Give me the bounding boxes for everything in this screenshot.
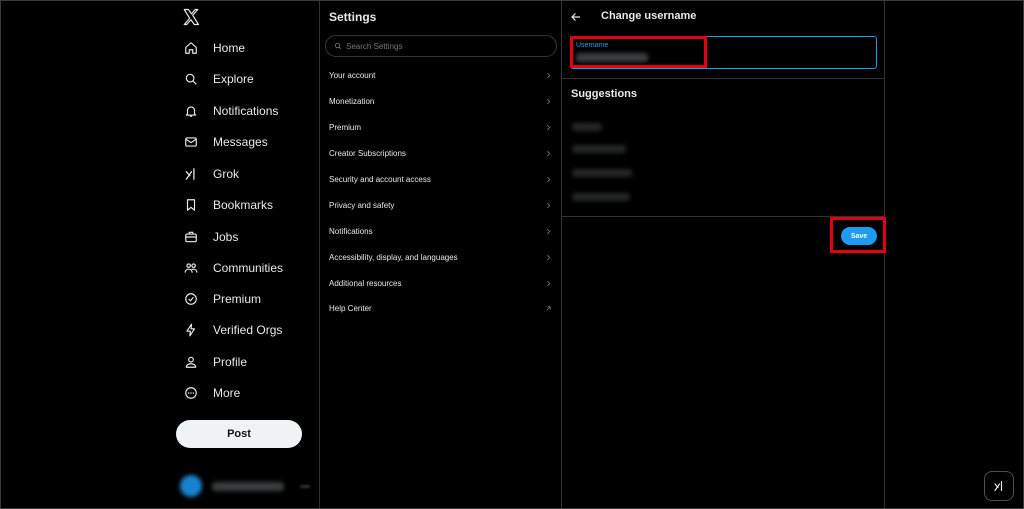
page-title: Change username: [601, 10, 697, 22]
bell-icon: [182, 102, 200, 120]
nav-item-bookmarks[interactable]: Bookmarks: [176, 191, 273, 219]
settings-item-label: Your account: [329, 70, 376, 80]
lightning-icon: [182, 321, 200, 339]
settings-item-premium[interactable]: Premium: [320, 114, 561, 140]
nav-label: Explore: [213, 72, 254, 86]
chevron-right-icon: [544, 201, 552, 209]
chevron-right-icon: [544, 253, 552, 261]
suggestions-title: Suggestions: [571, 88, 638, 100]
chevron-right-icon: [544, 279, 552, 287]
divider: [562, 78, 885, 79]
chevron-right-icon: [544, 175, 552, 183]
settings-item-notifications[interactable]: Notifications: [320, 218, 561, 244]
search-icon: [182, 70, 200, 88]
account-switcher[interactable]: [180, 472, 310, 500]
settings-item-monetization[interactable]: Monetization: [320, 88, 561, 114]
nav-label: Communities: [213, 261, 284, 275]
settings-item-help-center[interactable]: Help Center: [320, 295, 561, 321]
premium-badge-icon: [182, 290, 200, 308]
nav-label: Jobs: [213, 230, 239, 244]
suggestion-item[interactable]: [572, 123, 602, 131]
nav-label: Notifications: [213, 104, 279, 118]
person-icon: [182, 353, 200, 371]
avatar: [180, 475, 202, 497]
nav-item-more[interactable]: More: [176, 379, 240, 407]
settings-item-creator-subscriptions[interactable]: Creator Subscriptions: [320, 140, 561, 166]
settings-title: Settings: [329, 10, 377, 24]
suggestion-item[interactable]: [572, 145, 626, 153]
settings-item-label: Notifications: [329, 226, 373, 236]
change-username-panel: Change username Username Suggestions Sav…: [562, 0, 885, 509]
settings-item-label: Monetization: [329, 96, 375, 106]
people-icon: [182, 259, 200, 277]
search-icon: [334, 42, 342, 50]
settings-item-label: Accessibility, display, and languages: [329, 252, 458, 262]
chevron-right-icon: [544, 97, 552, 105]
nav-label: Verified Orgs: [213, 323, 283, 337]
nav-label: Profile: [213, 355, 248, 369]
chevron-right-icon: [544, 227, 552, 235]
post-button[interactable]: Post: [176, 420, 302, 448]
chevron-right-icon: [544, 123, 552, 131]
nav-item-premium[interactable]: Premium: [176, 285, 261, 313]
nav-item-home[interactable]: Home: [176, 34, 245, 62]
back-arrow-icon[interactable]: [570, 11, 582, 23]
suggestion-item[interactable]: [572, 193, 630, 201]
nav-item-messages[interactable]: Messages: [176, 128, 268, 156]
divider: [562, 216, 885, 217]
settings-item-label: Creator Subscriptions: [329, 148, 406, 158]
nav-item-grok[interactable]: Grok: [176, 160, 239, 188]
settings-item-accessibility[interactable]: Accessibility, display, and languages: [320, 244, 561, 270]
grok-icon: [994, 480, 1003, 492]
settings-item-label: Privacy and safety: [329, 200, 395, 210]
settings-item-label: Additional resources: [329, 278, 402, 288]
more-circle-icon: [182, 384, 200, 402]
settings-item-label: Security and account access: [329, 174, 431, 184]
left-navigation: Home Explore Notifications Messages Grok…: [168, 0, 320, 509]
envelope-icon: [182, 133, 200, 151]
settings-item-privacy[interactable]: Privacy and safety: [320, 192, 561, 218]
nav-label: Home: [213, 41, 246, 55]
account-menu-icon: [300, 484, 310, 488]
nav-label: More: [213, 386, 241, 400]
external-link-icon: [544, 304, 552, 312]
x-logo-icon[interactable]: [182, 8, 200, 26]
nav-item-profile[interactable]: Profile: [176, 348, 247, 376]
settings-item-label: Help Center: [329, 303, 372, 313]
bookmark-icon: [182, 196, 200, 214]
settings-item-security[interactable]: Security and account access: [320, 166, 561, 192]
settings-item-label: Premium: [329, 122, 362, 132]
settings-item-additional-resources[interactable]: Additional resources: [320, 270, 561, 296]
nav-item-explore[interactable]: Explore: [176, 65, 254, 93]
briefcase-icon: [182, 228, 200, 246]
save-button[interactable]: Save: [841, 227, 877, 245]
grok-floating-button[interactable]: [984, 471, 1014, 501]
home-icon: [182, 39, 200, 57]
nav-label: Premium: [213, 292, 262, 306]
grok-icon: [182, 165, 200, 183]
nav-item-notifications[interactable]: Notifications: [176, 97, 278, 125]
chevron-right-icon: [544, 71, 552, 79]
settings-search[interactable]: [325, 35, 557, 57]
nav-item-communities[interactable]: Communities: [176, 254, 283, 282]
nav-label: Bookmarks: [213, 198, 274, 212]
settings-panel: Settings Your account Monetization Premi…: [320, 0, 562, 509]
settings-search-input[interactable]: [346, 41, 546, 51]
nav-item-verified-orgs[interactable]: Verified Orgs: [176, 316, 282, 344]
settings-item-your-account[interactable]: Your account: [320, 62, 561, 88]
nav-label: Messages: [213, 135, 268, 149]
account-name-redacted: [211, 481, 285, 491]
nav-label: Grok: [213, 167, 240, 181]
nav-item-jobs[interactable]: Jobs: [176, 223, 238, 251]
suggestion-item[interactable]: [572, 169, 632, 177]
chevron-right-icon: [544, 149, 552, 157]
username-field[interactable]: Username: [570, 36, 877, 69]
